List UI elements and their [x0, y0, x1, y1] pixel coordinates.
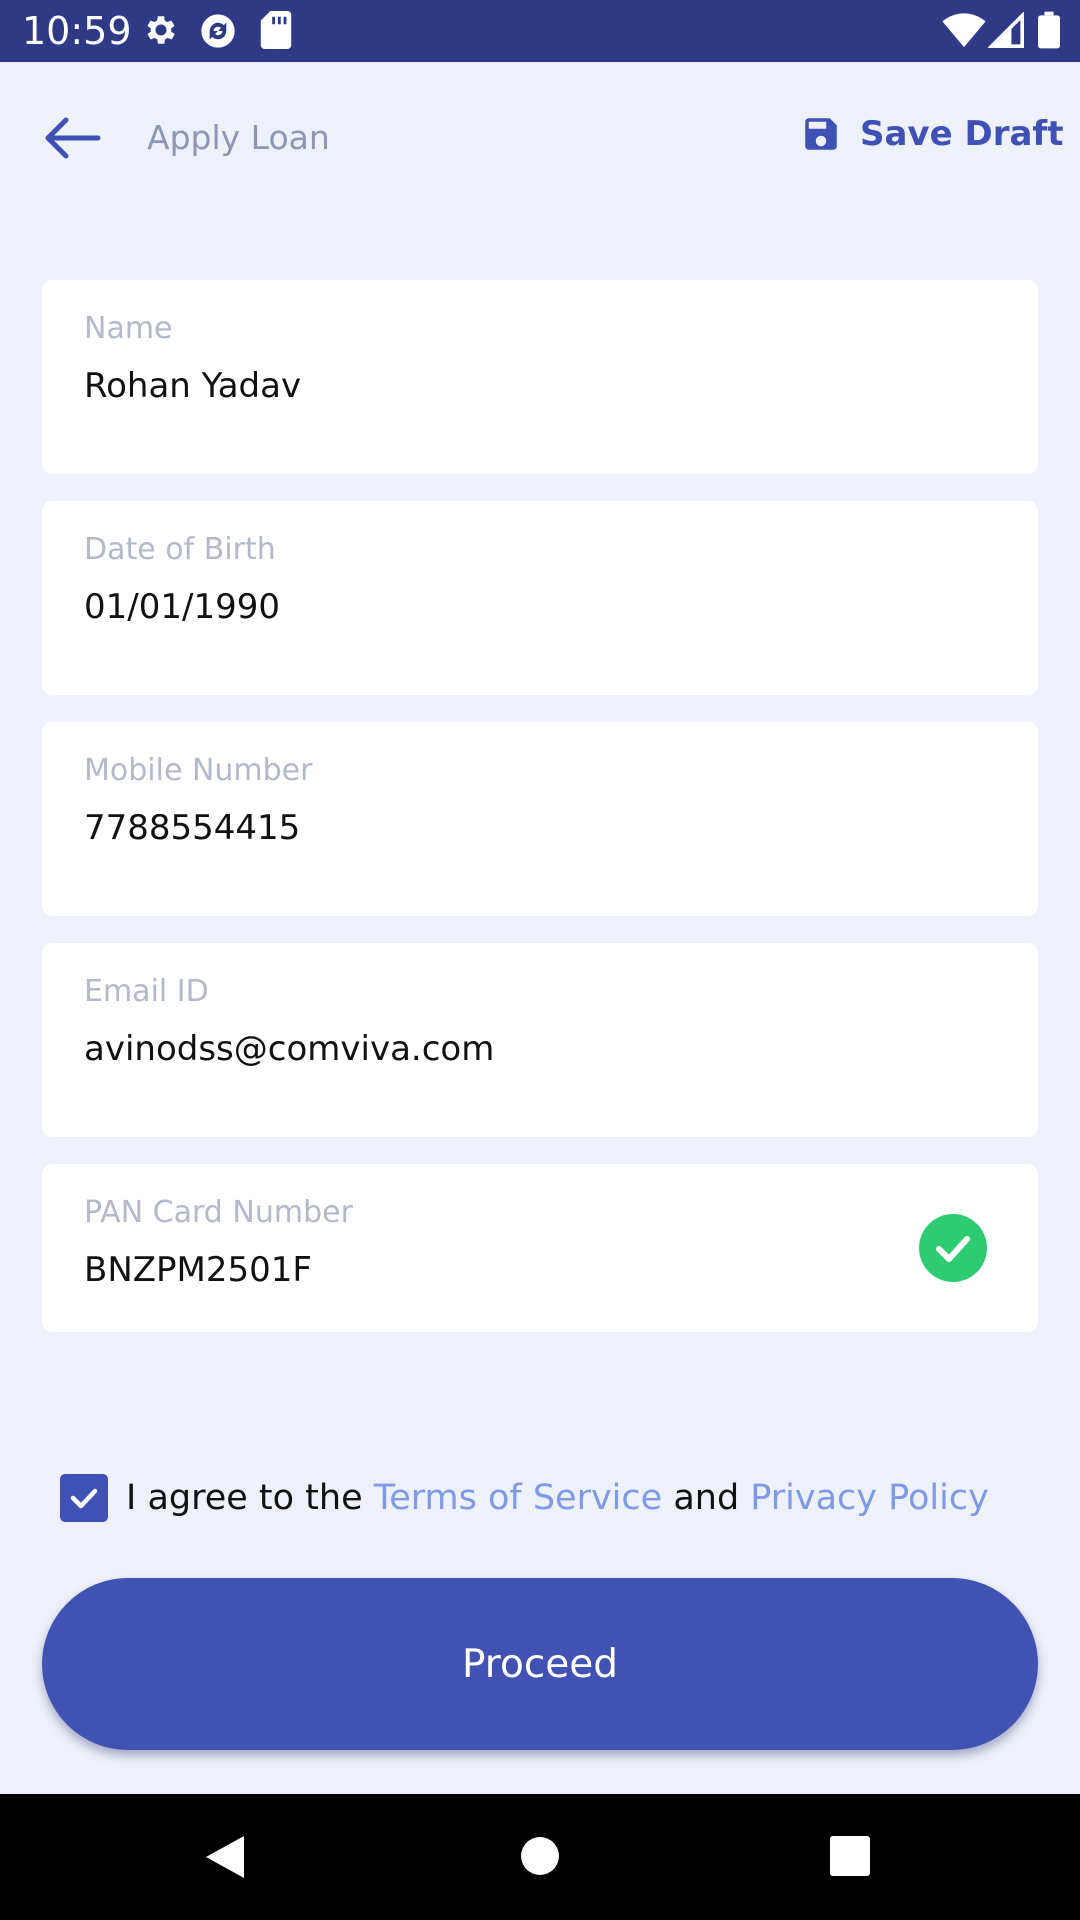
- field-label: Name: [84, 311, 173, 346]
- app-screen: 10:59 Apply Loan Save Draft Name Rohan Y…: [0, 0, 1080, 1920]
- checkmark-icon: [70, 1488, 98, 1509]
- privacy-policy-link[interactable]: Privacy Policy: [750, 1478, 989, 1518]
- back-button[interactable]: [38, 110, 110, 166]
- nav-recents-button[interactable]: [830, 1836, 870, 1880]
- status-time: 10:59: [22, 9, 132, 53]
- save-draft-label: Save Draft: [860, 114, 1064, 154]
- terms-agreement: I agree to the Terms of Service and Priv…: [60, 1468, 989, 1528]
- nav-back-button[interactable]: [204, 1834, 246, 1884]
- terms-text: I agree to the Terms of Service and Priv…: [126, 1478, 989, 1518]
- save-icon: [805, 118, 837, 150]
- field-value: BNZPM2501F: [84, 1250, 312, 1290]
- arrow-left-icon: [45, 117, 101, 159]
- pan-card-field[interactable]: PAN Card Number BNZPM2501F: [42, 1164, 1038, 1332]
- field-value: avinodss@comviva.com: [84, 1029, 495, 1069]
- field-value: Rohan Yadav: [84, 366, 302, 406]
- date-of-birth-field[interactable]: Date of Birth 01/01/1990: [42, 501, 1038, 695]
- battery-icon: [1038, 11, 1060, 53]
- terms-checkbox[interactable]: [60, 1474, 108, 1522]
- save-draft-button[interactable]: Save Draft: [800, 104, 1063, 164]
- terms-conjunction: and: [662, 1478, 751, 1518]
- app-header: Apply Loan Save Draft: [0, 62, 1080, 212]
- page-title: Apply Loan: [147, 118, 330, 157]
- nav-home-button[interactable]: [520, 1836, 560, 1880]
- cellular-signal-icon: [987, 11, 1024, 52]
- triangle-back-icon: [206, 1836, 244, 1878]
- field-label: Email ID: [84, 974, 209, 1009]
- proceed-button[interactable]: Proceed: [42, 1578, 1038, 1750]
- terms-of-service-link[interactable]: Terms of Service: [374, 1478, 662, 1518]
- email-field[interactable]: Email ID avinodss@comviva.com: [42, 943, 1038, 1137]
- sd-card-icon: [260, 11, 292, 53]
- navigation-bar: [0, 1794, 1080, 1920]
- wifi-icon: [942, 12, 986, 52]
- circle-home-icon: [521, 1837, 559, 1875]
- field-value: 7788554415: [84, 808, 301, 848]
- mobile-number-field[interactable]: Mobile Number 7788554415: [42, 722, 1038, 916]
- field-label: PAN Card Number: [84, 1195, 353, 1230]
- field-label: Date of Birth: [84, 532, 276, 567]
- status-bar: 10:59: [0, 0, 1080, 62]
- field-label: Mobile Number: [84, 753, 313, 788]
- square-recents-icon: [830, 1836, 870, 1876]
- gear-icon: [142, 11, 180, 53]
- terms-prefix: I agree to the: [126, 1478, 374, 1518]
- sync-icon: [198, 11, 238, 55]
- field-value: 01/01/1990: [84, 587, 280, 627]
- check-circle-icon: [919, 1214, 987, 1282]
- name-field[interactable]: Name Rohan Yadav: [42, 280, 1038, 474]
